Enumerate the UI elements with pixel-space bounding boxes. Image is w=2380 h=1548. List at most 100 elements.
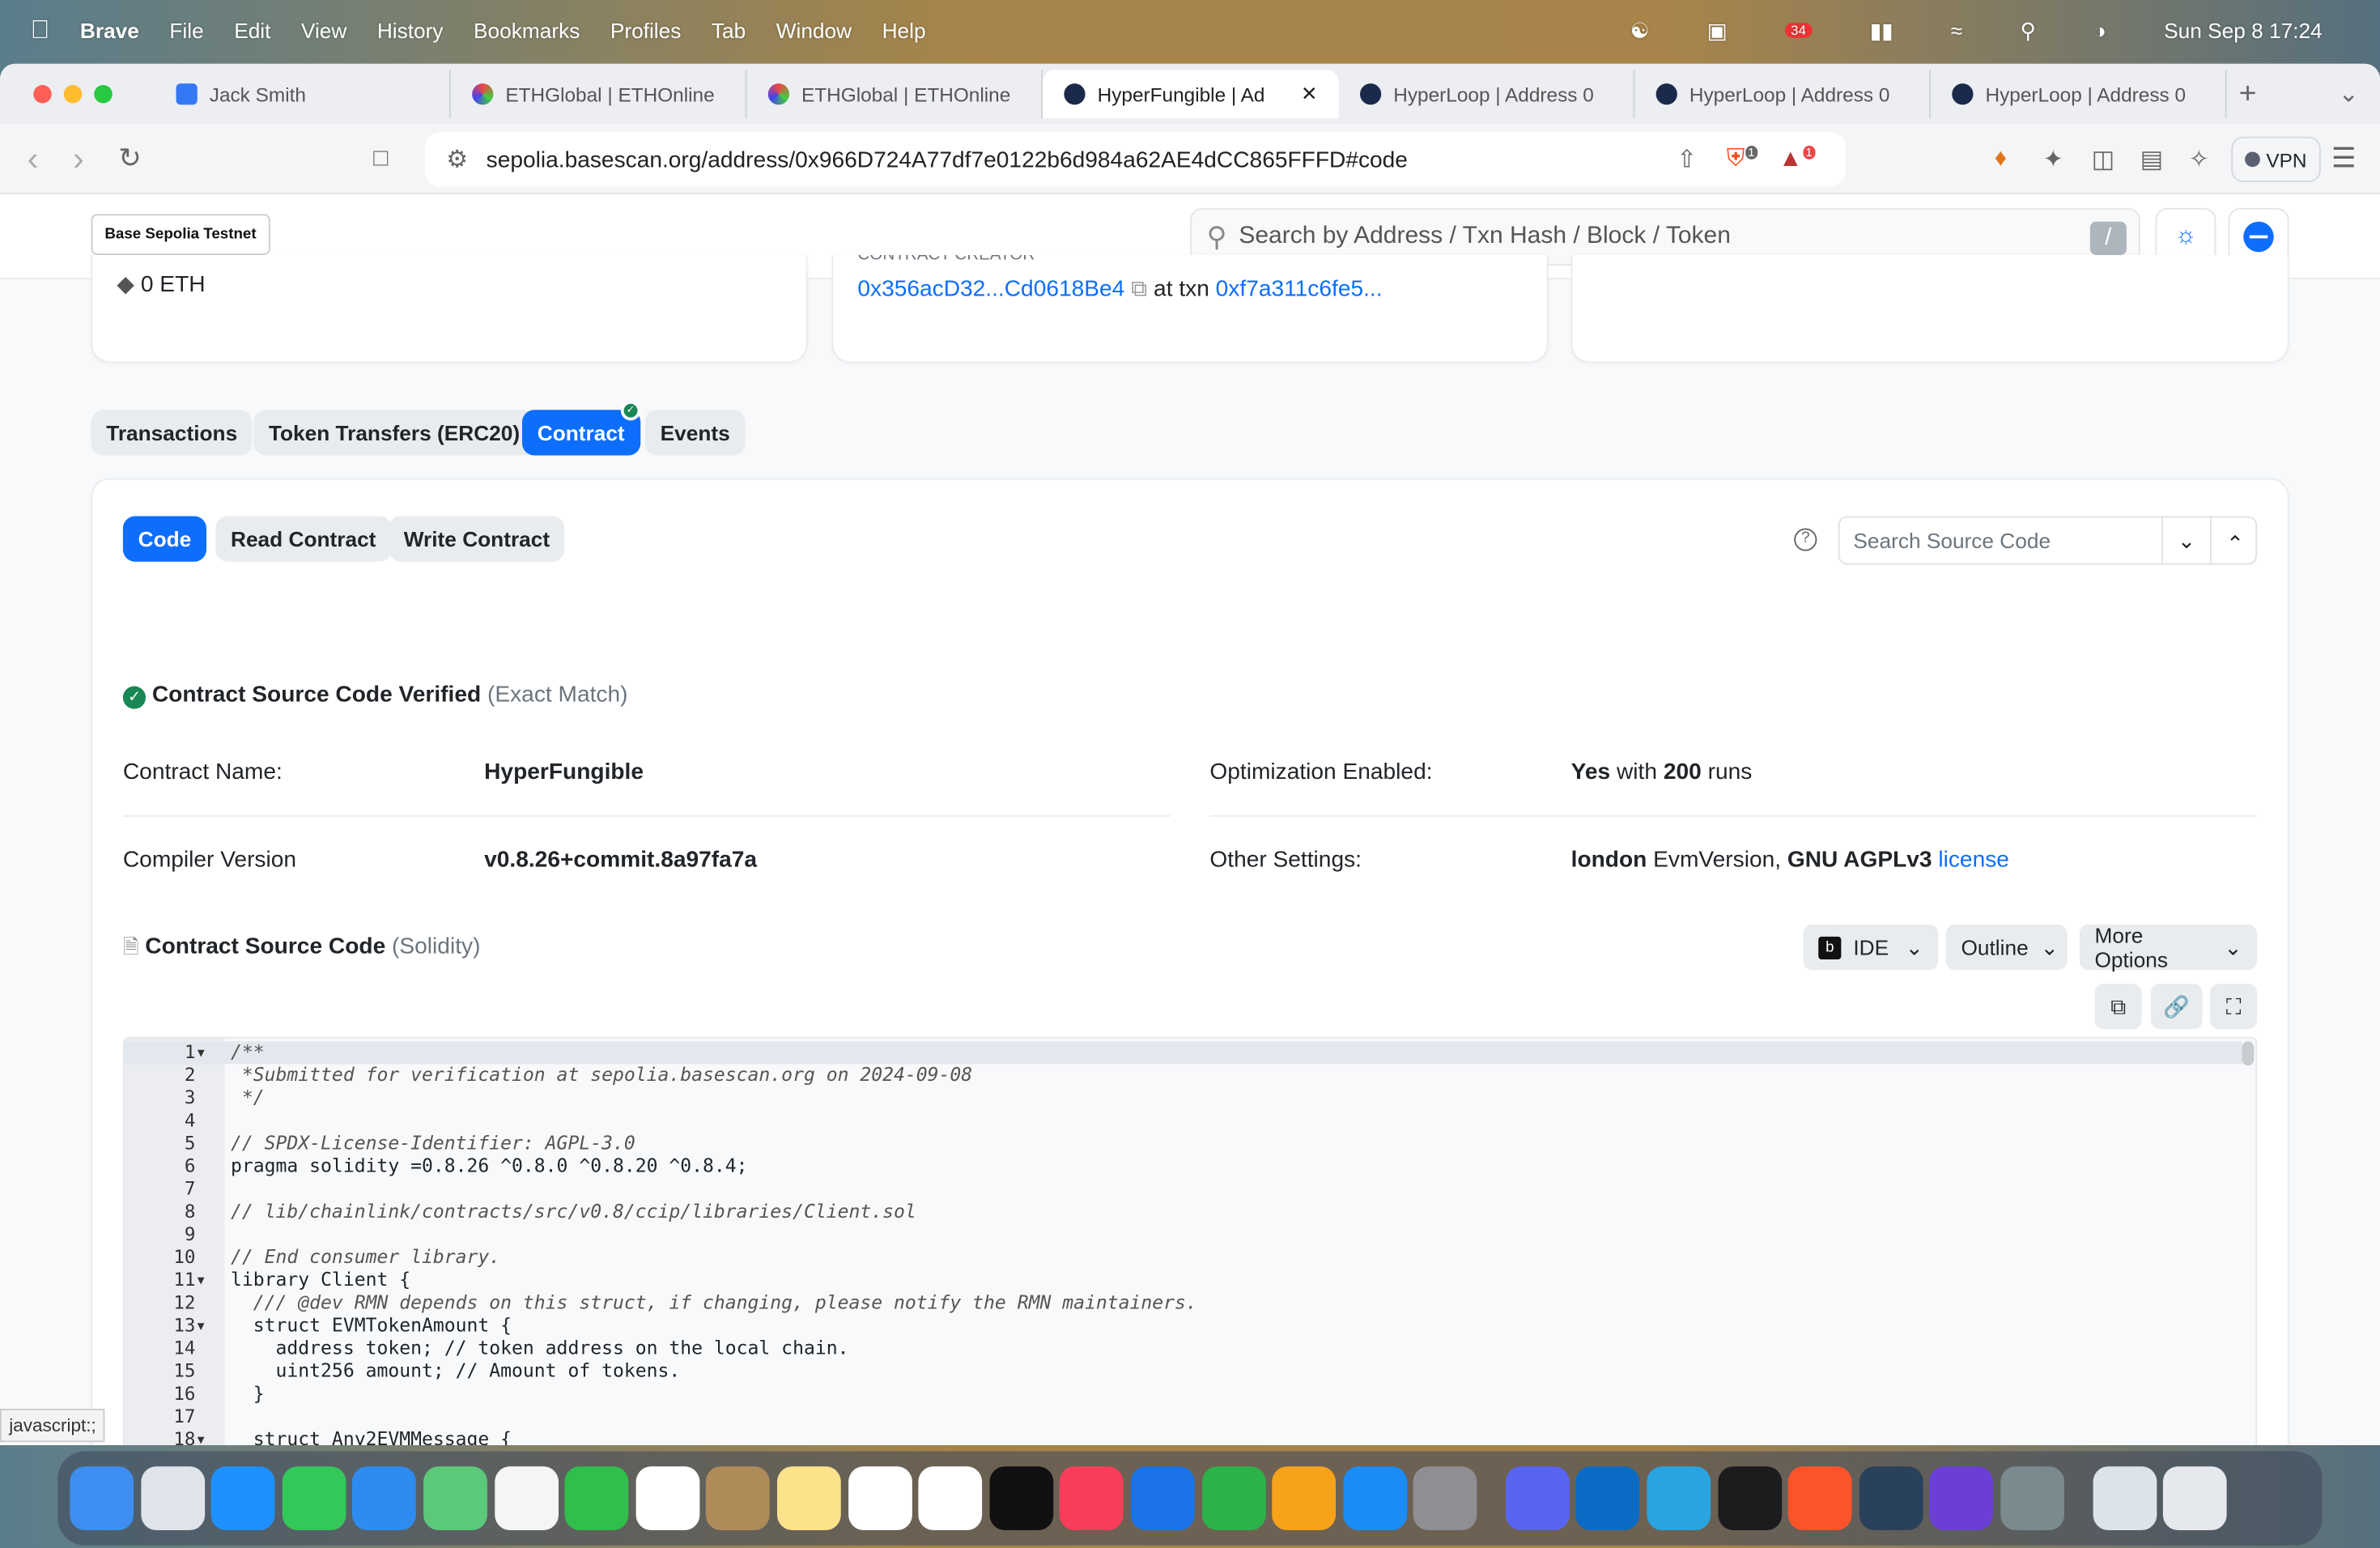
menu-profiles[interactable]: Profiles (610, 19, 682, 43)
minimize-button[interactable] (63, 85, 83, 104)
llama-icon[interactable]: ☯ (1630, 18, 1650, 44)
tab-hyperloop-2[interactable]: HyperLoop | Address 0 (1634, 70, 1931, 119)
outline-dropdown[interactable]: Outline ⌄ (1945, 924, 2068, 971)
menu-tab[interactable]: Tab (712, 19, 746, 43)
tab-list-chevron-icon[interactable]: ⌄ (2339, 79, 2359, 110)
safari-icon[interactable] (210, 1466, 275, 1530)
url-text[interactable]: sepolia.basescan.org/address/0x966D724A7… (487, 147, 1408, 172)
next-match-chevron-down-icon[interactable]: ⌄ (2161, 517, 2210, 563)
reload-icon[interactable]: ↻ (118, 142, 141, 174)
code-editor[interactable]: 1▾/** 2 *Submitted for verification at se… (122, 1036, 2258, 1445)
sidebar-icon[interactable]: ◫ (2092, 143, 2114, 174)
brave-shield-icon[interactable]: ⛨ 1 (1727, 145, 1758, 173)
quicktime-icon[interactable] (1859, 1466, 1923, 1530)
back-icon[interactable]: ‹ (28, 139, 39, 179)
menu-help[interactable]: Help (882, 19, 926, 43)
wifi-icon[interactable]: ≈ (1951, 19, 1962, 43)
imovie-icon[interactable] (1929, 1466, 1994, 1530)
creator-address-link[interactable]: 0x356acD32...Cd0618Be4 (857, 276, 1124, 302)
freeform-icon[interactable] (918, 1466, 983, 1530)
screenshot-1-icon[interactable] (2000, 1466, 2065, 1530)
messages-icon[interactable] (282, 1466, 346, 1530)
tab-profile[interactable]: Jack Smith (155, 70, 451, 119)
reminders-icon[interactable] (848, 1466, 912, 1530)
screenshot-2-icon[interactable] (2092, 1466, 2157, 1530)
trash-icon[interactable] (2163, 1466, 2228, 1530)
finder-icon[interactable] (70, 1466, 134, 1530)
menu-edit[interactable]: Edit (234, 19, 270, 43)
terminal-icon[interactable] (1717, 1466, 1782, 1530)
more-options-dropdown[interactable]: More Options ⌄ (2079, 923, 2258, 972)
maps-icon[interactable] (423, 1466, 487, 1530)
wallet-icon[interactable]: ▤ (2140, 143, 2163, 174)
subtab-write-contract[interactable]: Write Contract (389, 516, 565, 562)
vpn-button[interactable]: VPN (2231, 136, 2321, 182)
tab-hyperloop-1[interactable]: HyperLoop | Address 0 (1339, 70, 1635, 119)
mail-icon[interactable] (352, 1466, 417, 1530)
leo-ai-icon[interactable]: ✧ (2189, 143, 2209, 174)
app-store-icon[interactable] (1342, 1466, 1407, 1530)
menu-window[interactable]: Window (776, 19, 852, 43)
menu-history[interactable]: History (377, 19, 444, 43)
source-search-input[interactable]: Search Source Code ⌄ ⌃ (1838, 516, 2259, 565)
creation-txn-link[interactable]: 0xf7a311c6fe5... (1216, 276, 1383, 302)
tv-icon[interactable] (988, 1466, 1053, 1530)
editor-scrollbar[interactable] (2242, 1041, 2255, 1066)
zoom-button[interactable] (94, 85, 113, 104)
photos-icon[interactable] (494, 1466, 559, 1530)
discord-icon[interactable] (1505, 1466, 1570, 1530)
spotlight-icon[interactable]: ⚲ (2021, 18, 2036, 44)
brave-icon[interactable] (1788, 1466, 1852, 1530)
calendar-icon[interactable] (635, 1466, 699, 1530)
apple-icon[interactable]:  (31, 15, 50, 46)
ide-dropdown[interactable]: b IDE ⌄ (1803, 924, 1939, 971)
control-center-icon[interactable]: ◑ (2093, 19, 2106, 43)
network-badge[interactable]: Base Sepolia Testnet (91, 214, 270, 255)
copy-source-button[interactable]: ⧉ (2094, 984, 2142, 1030)
menu-view[interactable]: View (301, 19, 346, 43)
prev-match-chevron-up-icon[interactable]: ⌃ (2210, 517, 2259, 563)
share-icon[interactable]: ⇧ (1677, 144, 1697, 175)
launchpad-icon[interactable] (140, 1466, 205, 1530)
facetime-icon[interactable] (564, 1466, 629, 1530)
numbers-icon[interactable] (1201, 1466, 1265, 1530)
address-bar[interactable]: ⚙ sepolia.basescan.org/address/0x966D724… (425, 132, 1846, 187)
tab-events[interactable]: Events (644, 410, 746, 456)
menu-icon[interactable]: ☰ (2331, 142, 2356, 174)
forward-icon[interactable]: › (73, 139, 84, 179)
license-link[interactable]: license (1938, 847, 2009, 873)
tab-ethglobal-1[interactable]: ETHGlobal | ETHOnline (451, 70, 747, 119)
tab-transactions[interactable]: Transactions (91, 410, 253, 456)
new-tab-icon[interactable]: + (2239, 77, 2257, 112)
extensions-icon[interactable]: ✦ (2043, 143, 2063, 174)
system-settings-icon[interactable] (1413, 1466, 1477, 1530)
window-icon[interactable]: ▣ (1707, 18, 1728, 44)
notification-icon[interactable]: 34 (1784, 23, 1813, 38)
subtab-code[interactable]: Code (122, 516, 206, 562)
telegram-icon[interactable] (1647, 1466, 1711, 1530)
menu-bookmarks[interactable]: Bookmarks (474, 19, 580, 43)
notes-icon[interactable] (776, 1466, 841, 1530)
battery-icon[interactable]: ▮▮ (1870, 18, 1893, 44)
brave-rewards-icon[interactable]: ▲ 1 (1779, 145, 1816, 173)
tab-hyperfungible[interactable]: HyperFungible | Ad ✕ (1043, 70, 1339, 119)
copy-icon[interactable]: ⧉ (1131, 276, 1147, 302)
bookmark-icon[interactable]: □ (373, 145, 388, 172)
pages-icon[interactable] (1272, 1466, 1337, 1530)
tab-token-transfers[interactable]: Token Transfers (ERC20) (253, 410, 535, 456)
keynote-icon[interactable] (1130, 1466, 1195, 1530)
menu-file[interactable]: File (169, 19, 203, 43)
close-button[interactable] (33, 85, 52, 104)
site-settings-icon[interactable]: ⚙ (446, 144, 468, 175)
music-icon[interactable] (1060, 1466, 1124, 1530)
tab-hyperloop-3[interactable]: HyperLoop | Address 0 (1931, 70, 2227, 119)
subtab-read-contract[interactable]: Read Contract (215, 516, 392, 562)
tab-close-icon[interactable]: ✕ (1301, 82, 1317, 106)
datetime[interactable]: Sun Sep 8 17:24 (2164, 19, 2323, 43)
help-icon[interactable]: ? (1794, 528, 1817, 551)
menu-app[interactable]: Brave (80, 19, 139, 43)
contacts-icon[interactable] (706, 1466, 771, 1530)
metamask-icon[interactable]: ♦ (1995, 145, 2007, 172)
fullscreen-button[interactable]: ⛶ (2210, 984, 2258, 1030)
permalink-button[interactable]: 🔗 (2150, 984, 2203, 1030)
